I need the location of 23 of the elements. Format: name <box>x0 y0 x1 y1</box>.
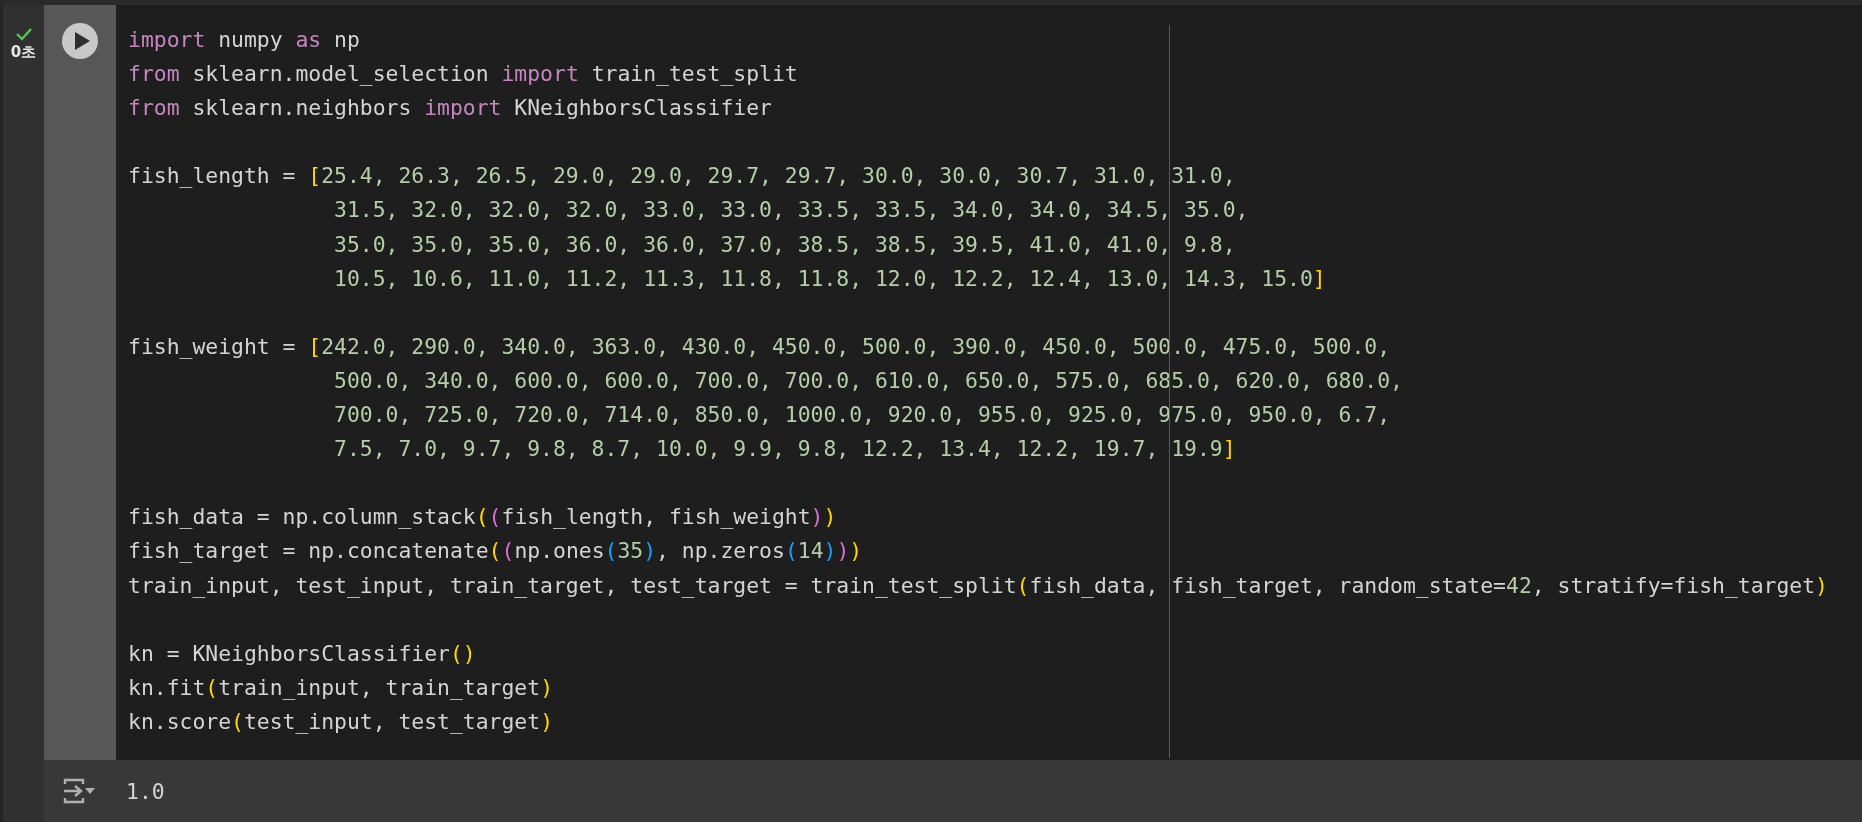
code-line: from sklearn.model_selection import train_test_split <box>128 60 798 89</box>
code-line: 35.0, 35.0, 35.0, 36.0, 36.0, 37.0, 38.5, 38.5, 39.5, 41.0, 41.0, 9.8, <box>333 230 1236 259</box>
code-line: from sklearn.neighbors import KNeighborsClassifier <box>128 94 772 123</box>
code-line: 7.5, 7.0, 9.7, 9.8, 8.7, 10.0, 9.9, 9.8, 12.2, 13.4, 12.2, 19.7, 19.9] <box>333 435 1236 464</box>
code-line: kn = KNeighborsClassifier() <box>128 639 476 668</box>
code-line: train_input, test_input, train_target, test_target = train_test_split(fish_data, fish_target, random_state=42, stratify=fish_target) <box>128 571 1828 600</box>
code-editor[interactable] <box>116 5 1862 760</box>
output-toggle-icon[interactable] <box>62 777 96 805</box>
code-line: kn.score(test_input, test_target) <box>128 707 553 736</box>
output-text: 1.0 <box>126 778 165 804</box>
code-line: import numpy as np <box>128 26 360 54</box>
code-line: fish_weight = [242.0, 290.0, 340.0, 363.0, 430.0, 450.0, 500.0, 390.0, 450.0, 500.0, 475.0, 500.0, <box>128 332 1391 361</box>
code-line: 500.0, 340.0, 600.0, 600.0, 700.0, 700.0, 610.0, 650.0, 575.0, 685.0, 620.0, 680.0, <box>333 366 1403 395</box>
code-line: 10.5, 10.6, 11.0, 11.2, 11.3, 11.8, 11.8, 12.0, 12.2, 12.4, 13.0, 14.3, 15.0] <box>333 264 1326 293</box>
code-line: 700.0, 725.0, 720.0, 714.0, 850.0, 1000.0, 920.0, 955.0, 925.0, 975.0, 950.0, 6.7, <box>333 401 1391 430</box>
code-line: 31.5, 32.0, 32.0, 32.0, 33.0, 33.0, 33.5, 33.5, 34.0, 34.0, 34.5, 35.0, <box>333 196 1249 225</box>
code-line: fish_target = np.concatenate((np.ones(35), np.zeros(14))) <box>128 537 863 566</box>
run-button[interactable] <box>62 23 98 59</box>
code-line: fish_length = [25.4, 26.3, 26.5, 29.0, 29.0, 29.7, 29.7, 30.0, 30.0, 30.7, 31.0, 31.0, <box>128 162 1236 191</box>
play-icon[interactable] <box>73 31 91 51</box>
code-line: kn.fit(train_input, train_target) <box>128 673 554 702</box>
run-time: 0초 <box>10 43 37 62</box>
code-line: fish_data = np.column_stack((fish_length, fish_weight)) <box>128 503 837 532</box>
